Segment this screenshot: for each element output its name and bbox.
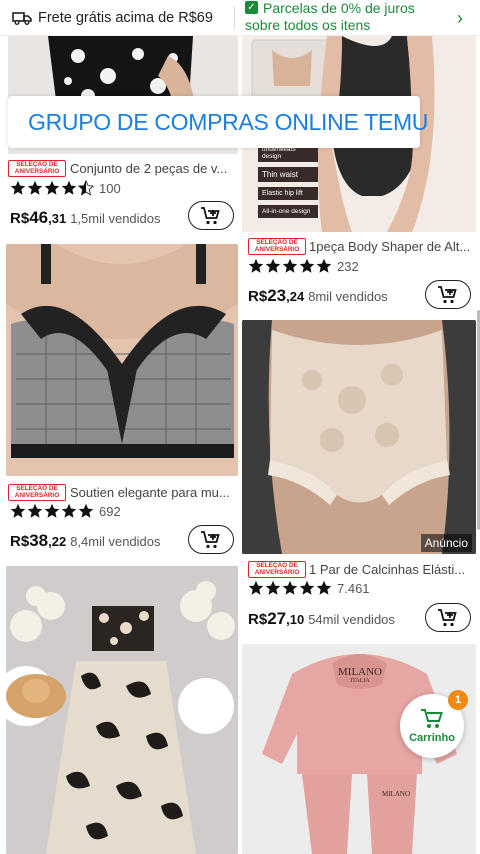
price-decimal: ,10 <box>286 612 305 627</box>
star-icon <box>265 580 281 595</box>
sold-count: 8mil vendidos <box>308 289 388 304</box>
badge-line-2: ANIVERSÁRIO <box>254 245 300 253</box>
feature-label: All-in-one design <box>258 205 318 218</box>
add-cart-icon <box>438 608 457 626</box>
product-image-floral-set[interactable] <box>6 566 238 854</box>
add-to-cart-button[interactable] <box>425 280 471 309</box>
product-title[interactable]: 1 Par de Calcinhas Elásti... <box>309 562 474 577</box>
star-icon <box>282 258 298 273</box>
free-shipping-text: Frete grátis acima de R$69 <box>38 9 213 26</box>
star-icon <box>78 503 94 518</box>
star-icon <box>248 258 264 273</box>
price-row: R$ 38 ,22 8,4mil vendidos <box>10 531 161 551</box>
star-icon <box>248 580 264 595</box>
sold-count: 1,5mil vendidos <box>70 211 161 226</box>
add-cart-icon <box>201 530 220 548</box>
feature-label: Thin waist <box>258 167 318 182</box>
cart-icon <box>421 709 443 728</box>
divider <box>234 5 235 30</box>
star-icon <box>27 503 43 518</box>
price-row: R$ 23 ,24 8mil vendidos <box>248 286 388 306</box>
star-icon <box>44 503 60 518</box>
banner-text: GRUPO DE COMPRAS ONLINE TEMU <box>28 108 429 135</box>
product-title[interactable]: Soutien elegante para mu... <box>70 485 236 500</box>
installments-notice[interactable]: ✓ Parcelas de 0% de juros sobre todos os… <box>239 0 469 36</box>
sweatshirt-sub: ITALIA <box>350 678 370 684</box>
check-icon: ✓ <box>245 0 258 14</box>
badge-line-2: ANIVERSÁRIO <box>14 167 60 175</box>
currency: R$ <box>10 210 30 227</box>
free-shipping-notice: Frete grátis acima de R$69 <box>0 10 230 26</box>
badge-line-2: ANIVERSÁRIO <box>14 491 60 499</box>
cart-label: Carrinho <box>409 732 455 744</box>
rating-stars: 100 <box>10 180 121 196</box>
rating-stars: 232 <box>248 258 359 274</box>
sweatshirt-brand: MILANO <box>338 666 382 678</box>
add-cart-icon <box>201 206 220 224</box>
price-integer: 23 <box>267 286 287 305</box>
feature-labels: underweats design Thin waist Elastic hip… <box>258 144 318 218</box>
currency: R$ <box>10 533 30 550</box>
price-decimal: ,22 <box>48 534 67 549</box>
add-to-cart-button[interactable] <box>188 201 234 230</box>
review-count: 232 <box>337 258 359 274</box>
price-integer: 46 <box>29 208 49 227</box>
cart-count-badge: 1 <box>448 690 468 710</box>
currency: R$ <box>248 611 268 628</box>
truck-icon <box>12 11 32 25</box>
product-image-panties[interactable]: Anúncio <box>242 320 476 554</box>
price-integer: 27 <box>267 609 287 628</box>
star-icon <box>27 180 43 195</box>
star-icon <box>299 580 315 595</box>
review-count: 7.461 <box>337 580 370 596</box>
sweatshirt-print: MILANO ITALIA <box>338 666 382 684</box>
feature-label: Elastic hip lift <box>258 187 318 200</box>
anniversary-badge: SELEÇÃO DE ANIVERSÁRIO <box>248 561 306 578</box>
group-banner[interactable]: GRUPO DE COMPRAS ONLINE TEMU <box>8 96 428 148</box>
star-icon <box>44 180 60 195</box>
star-icon <box>61 503 77 518</box>
star-icon <box>265 258 281 273</box>
product-title[interactable]: 1peça Body Shaper de Alt... <box>309 239 474 254</box>
star-icon <box>316 580 332 595</box>
price-row: R$ 46 ,31 1,5mil vendidos <box>10 208 161 228</box>
sold-count: 8,4mil vendidos <box>70 534 161 549</box>
sold-count: 54mil vendidos <box>308 612 395 627</box>
product-image-bra[interactable] <box>6 244 238 476</box>
pants-print: MILANO <box>382 790 410 798</box>
badge-line-2: ANIVERSÁRIO <box>254 568 300 576</box>
star-icon <box>282 580 298 595</box>
price-decimal: ,31 <box>48 211 67 226</box>
rating-stars: 692 <box>10 503 121 519</box>
star-icon <box>10 180 26 195</box>
star-icon <box>61 180 77 195</box>
star-icon <box>10 503 26 518</box>
price-integer: 38 <box>29 531 49 550</box>
promo-bar[interactable]: Frete grátis acima de R$69 ✓ Parcelas de… <box>0 0 480 36</box>
cart-button[interactable]: Carrinho 1 <box>400 690 468 758</box>
add-to-cart-button[interactable] <box>425 603 471 632</box>
price-decimal: ,24 <box>286 289 305 304</box>
review-count: 100 <box>99 180 121 196</box>
ad-label: Anúncio <box>420 534 472 552</box>
star-half-icon <box>78 180 94 196</box>
installments-line-2: sobre todos os itens <box>245 16 371 33</box>
anniversary-badge: SELEÇÃO DE ANIVERSÁRIO <box>8 160 66 177</box>
product-title[interactable]: Conjunto de 2 peças de v... <box>70 161 238 176</box>
add-cart-icon <box>438 285 457 303</box>
chevron-right-icon: › <box>457 7 463 28</box>
review-count: 692 <box>99 503 121 519</box>
star-icon <box>316 258 332 273</box>
anniversary-badge: SELEÇÃO DE ANIVERSÁRIO <box>8 484 66 501</box>
star-icon <box>299 258 315 273</box>
add-to-cart-button[interactable] <box>188 525 234 554</box>
page: Frete grátis acima de R$69 ✓ Parcelas de… <box>0 0 480 854</box>
rating-stars: 7.461 <box>248 580 370 596</box>
installments-line-1: Parcelas de 0% de juros <box>263 0 415 16</box>
currency: R$ <box>248 288 268 305</box>
anniversary-badge: SELEÇÃO DE ANIVERSÁRIO <box>248 238 306 255</box>
price-row: R$ 27 ,10 54mil vendidos <box>248 609 395 629</box>
